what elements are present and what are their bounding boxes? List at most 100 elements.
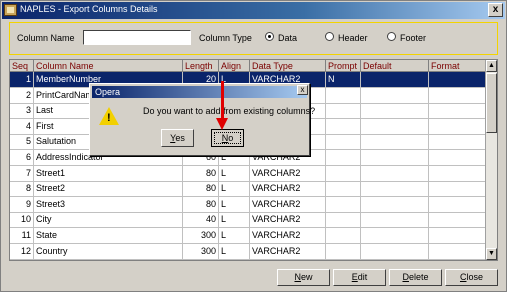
cell-prompt	[326, 150, 361, 166]
cell-prompt	[326, 118, 361, 135]
cell-default	[361, 134, 429, 151]
cell-format	[429, 150, 486, 166]
cell-prompt	[326, 134, 361, 151]
cell-seq: 2	[10, 87, 34, 104]
radio-data-label[interactable]: Data	[278, 33, 297, 43]
cell-type: VARCHAR2	[250, 196, 326, 213]
cell-length: 300	[183, 228, 219, 244]
annotation-arrow-shaft	[221, 81, 224, 121]
column-type-label: Column Type	[199, 33, 252, 43]
header-default[interactable]: Default	[361, 60, 429, 72]
window-close-button[interactable]: x	[488, 3, 503, 17]
confirm-dialog: Opera x ! Do you want to add from existi…	[89, 83, 315, 156]
cell-align: L	[219, 165, 250, 182]
cell-length: 80	[183, 165, 219, 182]
cell-default	[361, 196, 429, 213]
table-row[interactable]: 10 City 40 L VARCHAR2	[10, 212, 486, 229]
dialog-yes-button[interactable]: Yes	[161, 129, 194, 147]
cell-prompt	[326, 165, 361, 182]
cell-default	[361, 103, 429, 120]
radio-header-label[interactable]: Header	[338, 33, 368, 43]
cell-default	[361, 72, 429, 88]
header-length[interactable]: Length	[183, 60, 219, 72]
annotation-arrow-icon	[216, 118, 228, 130]
cell-prompt: N	[326, 72, 361, 88]
edit-button[interactable]: Edit	[333, 269, 386, 286]
radio-data[interactable]	[265, 32, 274, 41]
cell-default	[361, 243, 429, 260]
scroll-thumb[interactable]	[486, 73, 497, 133]
cell-align: L	[219, 196, 250, 213]
cell-name: Street1	[34, 165, 183, 182]
cell-default	[361, 118, 429, 135]
cell-default	[361, 212, 429, 229]
cell-seq: 9	[10, 196, 34, 213]
cell-seq: 6	[10, 150, 34, 166]
table-row[interactable]: 8 Street2 80 L VARCHAR2	[10, 181, 486, 198]
cell-prompt	[326, 103, 361, 120]
cell-prompt	[326, 228, 361, 244]
cell-seq: 5	[10, 134, 34, 151]
cell-prompt	[326, 243, 361, 260]
cell-format	[429, 72, 486, 88]
header-seq[interactable]: Seq	[10, 60, 34, 72]
cell-length: 80	[183, 181, 219, 198]
cell-prompt	[326, 212, 361, 229]
table-row[interactable]: 7 Street1 80 L VARCHAR2	[10, 165, 486, 182]
column-name-label: Column Name	[17, 33, 75, 43]
cell-prompt	[326, 87, 361, 104]
radio-footer[interactable]	[387, 32, 396, 41]
column-name-input[interactable]	[83, 30, 191, 45]
cell-type: VARCHAR2	[250, 212, 326, 229]
cell-seq: 3	[10, 103, 34, 120]
cell-seq: 8	[10, 181, 34, 198]
scroll-down-icon[interactable]: ▼	[486, 248, 497, 260]
cell-format	[429, 243, 486, 260]
dialog-close-button[interactable]: x	[297, 85, 308, 95]
cell-default	[361, 150, 429, 166]
title-bar: NAPLES - Export Columns Details x	[2, 2, 505, 19]
warning-exclamation-icon: !	[107, 112, 111, 124]
cell-format	[429, 165, 486, 182]
radio-header[interactable]	[325, 32, 334, 41]
cell-format	[429, 212, 486, 229]
header-align[interactable]: Align	[219, 60, 250, 72]
header-column-name[interactable]: Column Name	[34, 60, 183, 72]
table-row[interactable]: 12 Country 300 L VARCHAR2	[10, 243, 486, 260]
window-title: NAPLES - Export Columns Details	[20, 4, 158, 14]
cell-seq: 7	[10, 165, 34, 182]
table-row[interactable]: 9 Street3 80 L VARCHAR2	[10, 196, 486, 213]
cell-align: L	[219, 243, 250, 260]
cell-format	[429, 134, 486, 151]
dialog-no-button[interactable]: No	[211, 129, 244, 147]
header-data-type[interactable]: Data Type	[250, 60, 326, 72]
scroll-up-icon[interactable]: ▲	[486, 60, 497, 72]
radio-footer-label[interactable]: Footer	[400, 33, 426, 43]
cell-align: L	[219, 212, 250, 229]
cell-seq: 1	[10, 72, 34, 88]
cell-format	[429, 181, 486, 198]
cell-name: City	[34, 212, 183, 229]
new-button[interactable]: New	[277, 269, 330, 286]
table-row[interactable]: 11 State 300 L VARCHAR2	[10, 228, 486, 244]
cell-type: VARCHAR2	[250, 228, 326, 244]
cell-format	[429, 118, 486, 135]
cell-default	[361, 228, 429, 244]
cell-seq: 10	[10, 212, 34, 229]
dialog-message: Do you want to add from existing columns…	[143, 106, 316, 116]
close-button[interactable]: Close	[445, 269, 498, 286]
vertical-scrollbar[interactable]: ▲ ▼	[485, 60, 497, 260]
cell-align: L	[219, 228, 250, 244]
cell-prompt	[326, 196, 361, 213]
cell-seq: 12	[10, 243, 34, 260]
header-prompt[interactable]: Prompt	[326, 60, 361, 72]
cell-default	[361, 87, 429, 104]
cell-format	[429, 103, 486, 120]
header-format[interactable]: Format	[429, 60, 486, 72]
cell-name: Street2	[34, 181, 183, 198]
cell-prompt	[326, 181, 361, 198]
cell-default	[361, 165, 429, 182]
cell-seq: 11	[10, 228, 34, 244]
cell-name: State	[34, 228, 183, 244]
delete-button[interactable]: Delete	[389, 269, 442, 286]
